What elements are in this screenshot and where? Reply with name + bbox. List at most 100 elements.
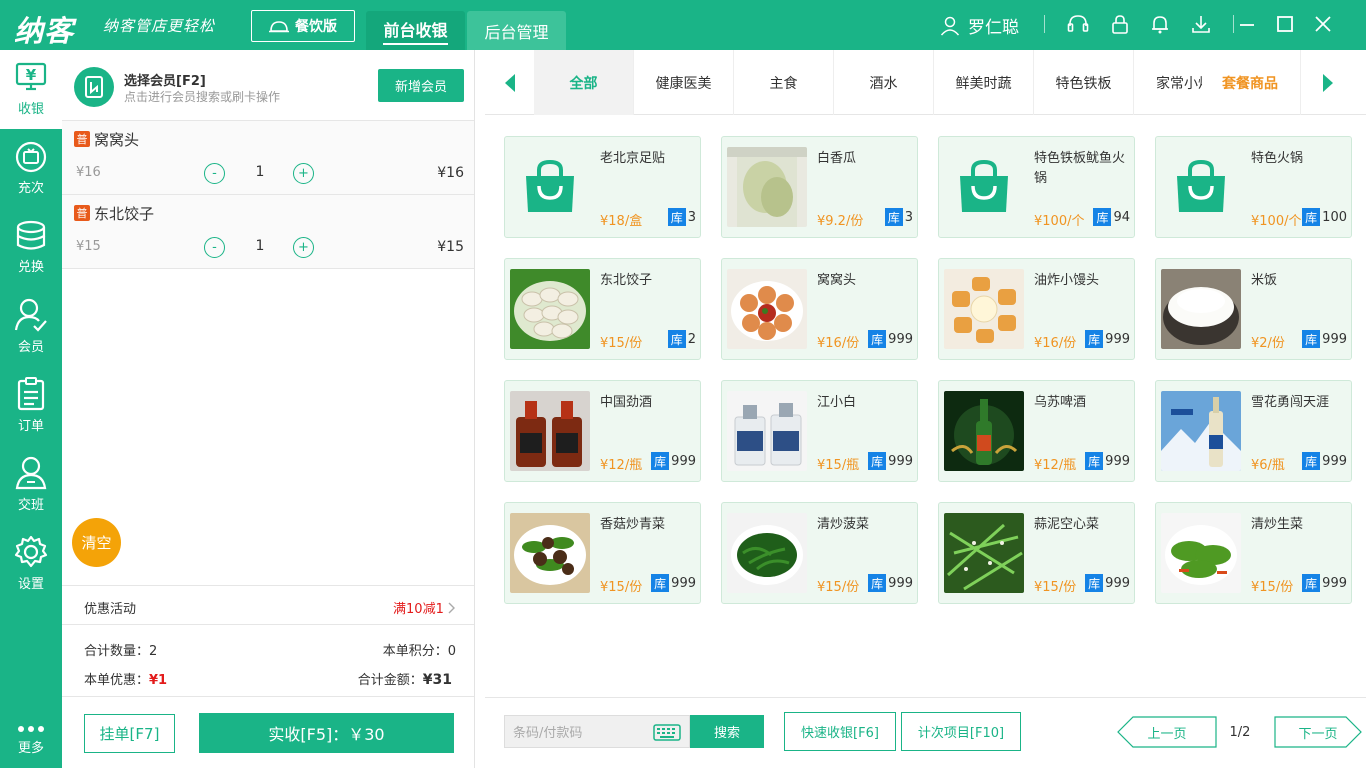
- hang-order-button[interactable]: 挂单[F7]: [84, 714, 175, 753]
- product-card[interactable]: 油炸小馒头 ¥16/份库 999: [938, 258, 1135, 360]
- member-select[interactable]: 选择会员[F2] 点击进行会员搜索或刷卡操作 新增会员: [62, 50, 474, 121]
- sidebar-item-cashier[interactable]: ¥ 收银: [0, 50, 62, 129]
- edition-label: 餐饮版: [295, 19, 337, 35]
- headset-icon[interactable]: [1067, 14, 1089, 34]
- increase-button[interactable]: +: [293, 237, 314, 258]
- category-vegetables[interactable]: 鲜美时蔬: [934, 50, 1034, 115]
- product-card[interactable]: 乌苏啤酒 ¥12/瓶库 999: [938, 380, 1135, 482]
- product-card[interactable]: 老北京足贴 ¥18/盒 库 3: [504, 136, 701, 238]
- member-card-icon: [85, 76, 103, 98]
- product-card[interactable]: 特色铁板鱿鱼火锅 ¥100/个库 94: [938, 136, 1135, 238]
- stock-badge: 库: [667, 330, 686, 348]
- cart-item[interactable]: 普 窝窝头 ¥16 - 1 + ¥16: [62, 121, 474, 195]
- promo-row[interactable]: 优惠活动 满10减1: [62, 585, 474, 625]
- category-prev[interactable]: [501, 50, 519, 115]
- product-card[interactable]: 蒜泥空心菜 ¥15/份库 999: [938, 502, 1135, 604]
- product-card[interactable]: 雪花勇闯天涯 ¥6/瓶 库 999: [1155, 380, 1352, 482]
- product-name: 特色铁板鱿鱼火锅: [1034, 151, 1126, 186]
- product-card[interactable]: 窝窝头 ¥16/份库 999: [721, 258, 918, 360]
- clear-cart-button[interactable]: 清空: [72, 518, 121, 567]
- divider: [1233, 15, 1234, 33]
- order-total: 合计金额：¥31: [358, 669, 452, 688]
- product-name: 老北京足贴: [600, 151, 666, 166]
- sidebar-more[interactable]: 更多: [0, 722, 62, 756]
- category-all[interactable]: 全部: [534, 50, 634, 115]
- keyboard-icon[interactable]: [653, 724, 681, 741]
- stock-badge: 库: [651, 452, 670, 470]
- maximize-icon[interactable]: [1276, 12, 1294, 36]
- total-count: 合计数量：2: [84, 640, 157, 659]
- cart-item-qty[interactable]: 1: [252, 238, 268, 254]
- close-icon[interactable]: [1314, 12, 1332, 36]
- cart-item[interactable]: 普 东北饺子 ¥15 - 1 + ¥15: [62, 195, 474, 269]
- stock-count: 999: [1322, 453, 1347, 469]
- sidebar-item-settings[interactable]: 设置: [0, 524, 62, 603]
- stock-count: 999: [888, 575, 913, 591]
- product-name: 清炒生菜: [1251, 517, 1304, 532]
- edition-button[interactable]: 餐饮版: [251, 10, 355, 42]
- sidebar-item-shift[interactable]: 交班: [0, 445, 62, 524]
- product-card[interactable]: 清炒菠菜 ¥15/份库 999: [721, 502, 918, 604]
- product-image: [510, 269, 590, 349]
- product-image: [727, 269, 807, 349]
- sidebar-item-member[interactable]: 会员: [0, 287, 62, 366]
- count-items-button[interactable]: 计次项目[F10]: [901, 712, 1021, 751]
- search-button[interactable]: 搜索: [690, 715, 764, 748]
- lock-icon[interactable]: [1111, 14, 1129, 34]
- product-card[interactable]: 东北饺子 ¥15/份 库 2: [504, 258, 701, 360]
- product-card[interactable]: 清炒生菜 ¥15/份库 999: [1155, 502, 1352, 604]
- product-card[interactable]: 江小白 ¥15/瓶库 999: [721, 380, 918, 482]
- quick-cashier-button[interactable]: 快速收银[F6]: [784, 712, 896, 751]
- sidebar-item-exchange[interactable]: 兑换: [0, 208, 62, 287]
- product-card[interactable]: 香菇炒青菜 ¥15/份库 999: [504, 502, 701, 604]
- app-slogan: 纳客管店更轻松: [103, 17, 216, 35]
- cart-item-total: ¥16: [437, 165, 464, 181]
- exchange-icon: [16, 220, 46, 250]
- tab-backend[interactable]: 后台管理: [467, 11, 566, 50]
- product-price: ¥12/瓶: [1034, 458, 1077, 473]
- product-stock: 库 999: [651, 452, 696, 470]
- category-teppanyaki[interactable]: 特色铁板: [1034, 50, 1134, 115]
- promo-value: 满10减1: [393, 598, 456, 617]
- user-menu[interactable]: 罗仁聪: [940, 13, 1019, 38]
- minimize-icon[interactable]: [1238, 12, 1256, 36]
- decrease-button[interactable]: -: [204, 237, 225, 258]
- category-health[interactable]: 健康医美: [634, 50, 734, 115]
- barcode-input[interactable]: 条码/付款码: [504, 715, 690, 748]
- add-member-button[interactable]: 新增会员: [378, 69, 464, 102]
- product-name: 乌苏啤酒: [1034, 395, 1087, 410]
- category-home-style[interactable]: 家常小炒: [1134, 50, 1202, 115]
- cart-item-total: ¥15: [437, 239, 464, 255]
- cart-item-qty[interactable]: 1: [252, 164, 268, 180]
- product-stock: 库 100: [1302, 208, 1347, 226]
- category-next[interactable]: [1319, 50, 1337, 115]
- tab-front-cashier[interactable]: 前台收银: [366, 11, 465, 50]
- product-card[interactable]: 特色火锅 ¥100/个库 100: [1155, 136, 1352, 238]
- product-card[interactable]: 白香瓜 ¥9.2/份 库 3: [721, 136, 918, 238]
- prev-page-label: 上一页: [1147, 726, 1187, 742]
- product-card[interactable]: 米饭 ¥2/份 库 999: [1155, 258, 1352, 360]
- next-page-button[interactable]: 下一页: [1274, 716, 1362, 748]
- category-combo[interactable]: 套餐商品: [1202, 50, 1301, 115]
- product-name: 白香瓜: [817, 151, 857, 166]
- prev-page-button[interactable]: 上一页: [1117, 716, 1217, 748]
- increase-button[interactable]: +: [293, 163, 314, 184]
- sidebar-item-order[interactable]: 订单: [0, 366, 62, 445]
- download-icon[interactable]: [1191, 14, 1211, 34]
- member-icon: [14, 298, 47, 332]
- sidebar-item-recharge[interactable]: 充次: [0, 129, 62, 208]
- checkout-actions: 挂单[F7] 实收[F5]：￥30: [62, 697, 474, 768]
- triangle-left-icon: [505, 73, 515, 92]
- product-price: ¥9.2/份: [817, 214, 864, 229]
- stock-badge: 库: [1302, 574, 1321, 592]
- decrease-button[interactable]: -: [204, 163, 225, 184]
- pay-button[interactable]: 实收[F5]：￥30: [199, 713, 454, 753]
- bell-icon[interactable]: [1151, 14, 1169, 34]
- product-card[interactable]: 中国劲酒 ¥12/瓶库 999: [504, 380, 701, 482]
- category-drinks[interactable]: 酒水: [834, 50, 934, 115]
- top-icons: [1044, 14, 1234, 34]
- product-image: [944, 391, 1024, 471]
- product-price: ¥12/瓶: [600, 458, 643, 473]
- stock-count: 999: [1322, 575, 1347, 591]
- category-staple[interactable]: 主食: [734, 50, 834, 115]
